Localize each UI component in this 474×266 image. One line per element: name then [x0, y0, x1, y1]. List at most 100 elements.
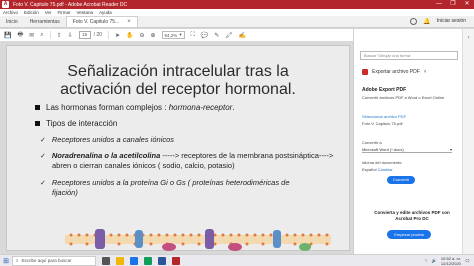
selected-file-name: Foto V. Capitulo 75.pdf	[362, 121, 403, 126]
tab-document-label: Foto V. Capitulo 75...	[72, 19, 120, 25]
save-icon[interactable]: 💾	[4, 32, 11, 39]
check-item-text: Receptores unidos a la proteína Gi o Gs …	[51, 178, 290, 187]
sign-icon[interactable]: ✍	[239, 32, 246, 39]
right-tools-panel: Buscar 'Dibujar una forma' Exportar arch…	[353, 29, 462, 254]
check-item-text: Receptores unidos a canales iónicos	[51, 135, 175, 144]
bullet-hormones-prefix: Las hormonas forman complejos :	[46, 103, 169, 112]
clock-time: 10:52 a. m.	[440, 255, 461, 261]
print-icon[interactable]: 🖶	[17, 30, 23, 40]
export-pdf-label: Exportar archivo PDF	[372, 69, 420, 75]
search-icon[interactable]: ⌕	[40, 32, 43, 39]
search-icon: ⌕	[16, 258, 19, 263]
clock-date: 12/12/2020	[440, 260, 461, 266]
windows-taskbar: ⊞ ⌕ Escribe aquí para buscar ⌔ 🔊 10:52 a…	[0, 254, 474, 266]
export-pdf-item[interactable]: Exportar archivo PDF ˄	[362, 69, 427, 75]
window-title: Foto V. Capitulo 75.pdf - Adobe Acrobat …	[13, 1, 128, 8]
signin-button[interactable]: Iniciar sesión	[437, 18, 466, 24]
zoom-in-icon[interactable]: ⊕	[151, 32, 156, 39]
bullet-hormones-text: Las hormonas forman complejos : hormona-…	[46, 103, 235, 112]
notifications-icon[interactable]: 🗨	[465, 258, 470, 263]
export-section-title: Adobe Export PDF	[362, 87, 407, 93]
fit-page-icon[interactable]: ⛶	[191, 32, 195, 39]
volume-icon[interactable]: 🔊	[432, 258, 437, 263]
convert-to-select[interactable]: Microsoft Word (*.docx) ▾	[362, 146, 452, 153]
maximize-button[interactable]: ❐	[446, 0, 460, 9]
slide-title-line2: activación del receptor hormonal.	[60, 81, 296, 98]
file-explorer-icon[interactable]	[116, 256, 124, 265]
tabs-right-tools: 🔔 Iniciar sesión	[410, 15, 474, 27]
help-icon[interactable]	[410, 17, 418, 25]
chevron-down-icon: ▾	[449, 146, 452, 152]
chrome-icon[interactable]	[144, 256, 152, 265]
title-bar: A Foto V. Capitulo 75.pdf - Adobe Acroba…	[0, 0, 474, 9]
menu-item-archivo[interactable]: Archivo	[3, 10, 18, 15]
zoom-out-icon[interactable]: ⊖	[139, 32, 144, 39]
tabs-bar: Inicio Herramientas Foto V. Capitulo 75.…	[0, 16, 474, 28]
checkmark-icon: ✓	[40, 136, 46, 144]
check-item-noradrenaline: ✓ Noradrenalina o la acetilcolina ----->…	[40, 151, 333, 160]
menu-item-ver[interactable]: Ver	[45, 10, 52, 15]
prev-page-icon[interactable]: ⇧	[57, 32, 62, 39]
check-item-ion-channels: ✓ Receptores unidos a canales iónicos	[40, 135, 174, 144]
minimize-button[interactable]: —	[432, 0, 446, 9]
bullet-hormones-italic: hormona-receptor	[168, 103, 233, 112]
tab-tools[interactable]: Herramientas	[24, 16, 66, 27]
taskbar-search-input[interactable]: ⌕ Escribe aquí para buscar	[12, 255, 96, 266]
check-item-noradrenaline-line2: abren o cierran canales iónicos ( sodio,…	[52, 161, 235, 170]
convert-to-label: Convertir a	[362, 140, 382, 145]
free-trial-button[interactable]: Empezar prueba gratuita	[387, 230, 431, 246]
menu-item-firmar[interactable]: Firmar	[58, 10, 71, 15]
bullet-interaction-types: Tipos de interacción	[35, 119, 117, 128]
network-icon[interactable]: ⌔	[424, 258, 428, 264]
export-pdf-icon	[362, 69, 368, 75]
document-viewport[interactable]: Señalización intracelular tras la activa…	[0, 42, 353, 254]
task-view-icon[interactable]	[102, 256, 110, 265]
tab-close-icon[interactable]: ×	[127, 19, 131, 25]
chevron-up-icon: ˄	[423, 69, 427, 75]
zoom-select[interactable]: 94,2% ▾	[161, 31, 185, 39]
tab-document[interactable]: Foto V. Capitulo 75... ×	[65, 16, 138, 27]
doc-language-row: Español Cambiar	[362, 167, 393, 172]
close-button[interactable]: ✕	[460, 0, 474, 9]
convert-button[interactable]: Convertir	[387, 176, 415, 184]
zoom-value: 94,2%	[164, 32, 178, 38]
pdf-page: Señalización intracelular tras la activa…	[6, 45, 350, 251]
clock[interactable]: 10:52 a. m. 12/12/2020	[441, 256, 461, 266]
hand-tool-icon[interactable]: ✋	[126, 32, 133, 39]
menu-item-edicion[interactable]: Edición	[24, 10, 39, 15]
highlight-icon[interactable]: 🖍	[225, 32, 233, 39]
page-navigator: 15 / 20	[78, 31, 102, 39]
doc-language-label: Idioma del documento:	[362, 160, 403, 165]
bullet-square-icon	[35, 105, 40, 110]
bullet-hormones-suffix: .	[232, 103, 235, 112]
edge-icon[interactable]	[130, 256, 138, 265]
pen-icon[interactable]: ✎	[214, 32, 219, 39]
windows-start-icon[interactable]: ⊞	[0, 255, 12, 266]
bullet-square-icon	[35, 121, 40, 126]
checkmark-icon: ✓	[40, 179, 46, 187]
bell-icon[interactable]: 🔔	[423, 18, 430, 25]
next-page-icon[interactable]: ⇩	[68, 32, 73, 39]
word-icon[interactable]	[158, 256, 166, 265]
tools-search-input[interactable]: Buscar 'Dibujar una forma'	[360, 51, 458, 60]
convert-to-value: Microsoft Word (*.docx)	[362, 146, 404, 152]
email-icon[interactable]: ✉	[29, 32, 34, 39]
promo-title: Convierta y edite archivos PDF con Acrob…	[374, 210, 450, 221]
membrane-diagram	[65, 229, 331, 251]
select-tool-icon[interactable]: ➤	[115, 32, 120, 39]
document-toolbar: 💾 🖶 ✉ ⌕ ⇧ ⇩ 15 / 20 ➤ ✋ ⊖ ⊕ 94,2% ▾ ⛶ 💬 …	[0, 29, 353, 42]
check-item-rest: -----> receptores de la membrana postsin…	[160, 151, 334, 160]
page-total: / 20	[93, 32, 102, 38]
comment-icon[interactable]: 💬	[201, 32, 208, 39]
page-number-input[interactable]: 15	[78, 31, 91, 39]
menu-item-ayuda[interactable]: Ayuda	[99, 10, 112, 15]
menu-item-ventana[interactable]: Ventana	[77, 10, 94, 15]
check-item-text: Noradrenalina o la acetilcolina -----> r…	[52, 151, 333, 160]
change-language-link[interactable]: Cambiar	[378, 167, 393, 172]
collapse-panel-icon[interactable]: ›	[463, 35, 474, 41]
doc-language-value: Español	[362, 167, 377, 172]
tab-home[interactable]: Inicio	[0, 16, 24, 27]
ion-channel	[273, 230, 281, 248]
acrobat-taskbar-icon[interactable]	[172, 256, 180, 265]
select-file-link[interactable]: Seleccionar archivo PDF	[362, 114, 406, 119]
